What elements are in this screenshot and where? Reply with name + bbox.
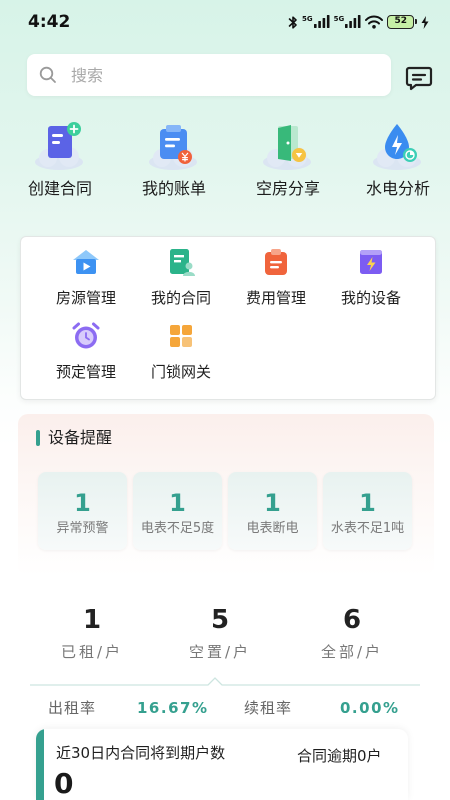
alert-count: 1 — [169, 489, 186, 517]
alert-tile-water-low[interactable]: 1 水表不足1吨 — [323, 472, 412, 550]
stat-vacant[interactable]: 5 空置/户 — [165, 604, 275, 662]
alert-tile-abnormal[interactable]: 1 异常预警 — [38, 472, 127, 550]
status-bar: 4:42 5G 5G 52 — [0, 0, 450, 40]
search-input[interactable] — [71, 60, 361, 90]
menu-item-my-contracts[interactable]: 我的合同 — [136, 246, 226, 307]
alert-count: 1 — [74, 489, 91, 517]
quick-action-vacant-share[interactable]: 空房分享 — [236, 120, 340, 200]
occupancy-rate-value: 16.67% — [137, 699, 209, 717]
menu-item-lock-gateway[interactable]: 门锁网关 — [136, 320, 226, 381]
alert-count: 1 — [359, 489, 376, 517]
menu-item-label: 我的合同 — [150, 289, 211, 307]
quick-action-utility-analysis[interactable]: 水电分析 — [346, 120, 450, 200]
signal-bars-icon — [345, 15, 361, 28]
network-type-label: 5G — [302, 15, 313, 23]
alert-tile-meter-off[interactable]: 1 电表断电 — [228, 472, 317, 550]
section-accent-bar — [36, 430, 40, 446]
menu-item-fee-management[interactable]: 费用管理 — [231, 246, 321, 307]
network-type-label: 5G — [333, 15, 345, 23]
stat-value: 6 — [342, 605, 362, 635]
menu-item-property-management[interactable]: 房源管理 — [41, 246, 131, 307]
quick-action-create-contract[interactable]: 创建合同 — [8, 120, 112, 200]
bluetooth-icon — [288, 15, 297, 29]
alert-label: 水表不足1吨 — [330, 521, 405, 536]
bill-icon — [149, 125, 197, 170]
alert-label: 电表不足5度 — [140, 521, 215, 536]
quick-action-label: 水电分析 — [365, 179, 430, 198]
renewal-rate-value: 0.00% — [340, 699, 400, 717]
search-icon — [39, 66, 56, 83]
grid-icon — [170, 325, 192, 347]
stat-label: 空置/户 — [188, 643, 252, 661]
quick-action-label: 创建合同 — [27, 179, 92, 198]
stat-value: 5 — [210, 605, 230, 635]
expiring-title: 近30日内合同将到期户数 — [56, 744, 226, 762]
expiring-count: 0 — [54, 767, 74, 800]
quick-action-label: 空房分享 — [255, 179, 320, 198]
status-icons: 5G 5G 52 — [288, 12, 429, 32]
overdue-count-text[interactable]: 合同逾期0户 — [297, 746, 382, 766]
alert-tile-meter-low[interactable]: 1 电表不足5度 — [133, 472, 222, 550]
status-time: 4:42 — [28, 12, 71, 32]
stat-label: 全部/户 — [320, 643, 384, 661]
device-icon — [360, 250, 382, 274]
expiring-contracts-card[interactable]: 近30日内合同将到期户数 合同逾期0户 0 — [36, 729, 408, 800]
quick-action-my-bill[interactable]: 我的账单 — [122, 120, 226, 200]
cellular-signal-1: 5G — [302, 15, 330, 29]
alert-label: 异常预警 — [56, 521, 109, 536]
alert-count: 1 — [264, 489, 281, 517]
wifi-icon — [365, 15, 384, 29]
stat-total[interactable]: 6 全部/户 — [297, 604, 407, 662]
home-screen: 4:42 5G 5G 52 搜索 创建合同 我的账单 空房分享 水电分析 房源管… — [0, 0, 450, 800]
menu-item-label: 房源管理 — [55, 289, 116, 307]
signal-bars-icon — [313, 15, 330, 28]
card-accent-bar — [36, 729, 44, 800]
occupancy-rate-label: 出租率 — [48, 699, 97, 717]
utility-analysis-icon — [373, 124, 421, 170]
menu-item-my-devices[interactable]: 我的设备 — [326, 246, 416, 307]
section-title: 设备提醒 — [48, 428, 113, 447]
message-icon[interactable] — [405, 65, 433, 91]
search-bar[interactable] — [27, 54, 391, 96]
house-icon — [73, 250, 99, 274]
stat-label: 已租/户 — [60, 643, 124, 661]
alert-label: 电表断电 — [246, 521, 299, 536]
menu-item-label: 门锁网关 — [150, 363, 211, 381]
charging-bolt-icon — [421, 15, 429, 29]
fee-icon — [265, 249, 287, 275]
stat-value: 1 — [82, 605, 102, 635]
contract-icon — [170, 249, 195, 276]
quick-action-label: 我的账单 — [141, 179, 206, 198]
stat-rented[interactable]: 1 已租/户 — [37, 604, 147, 662]
menu-item-label: 预定管理 — [55, 363, 116, 381]
create-contract-icon — [35, 122, 83, 170]
battery-icon: 52 — [387, 15, 418, 29]
alarm-clock-icon — [72, 322, 100, 349]
menu-item-reservation-management[interactable]: 预定管理 — [41, 320, 131, 381]
renewal-rate-label: 续租率 — [244, 699, 293, 717]
stats-divider — [30, 677, 420, 686]
cellular-signal-2: 5G — [334, 15, 362, 29]
vacant-room-share-icon — [263, 125, 311, 170]
menu-item-label: 我的设备 — [340, 289, 401, 307]
menu-item-label: 费用管理 — [245, 289, 306, 307]
function-menu-card: 房源管理 我的合同 费用管理 我的设备 预定管理 门锁网关 — [20, 236, 436, 400]
device-alerts-section: 设备提醒 1 异常预警 1 电表不足5度 1 电表断电 1 水表不足1吨 — [18, 414, 434, 576]
